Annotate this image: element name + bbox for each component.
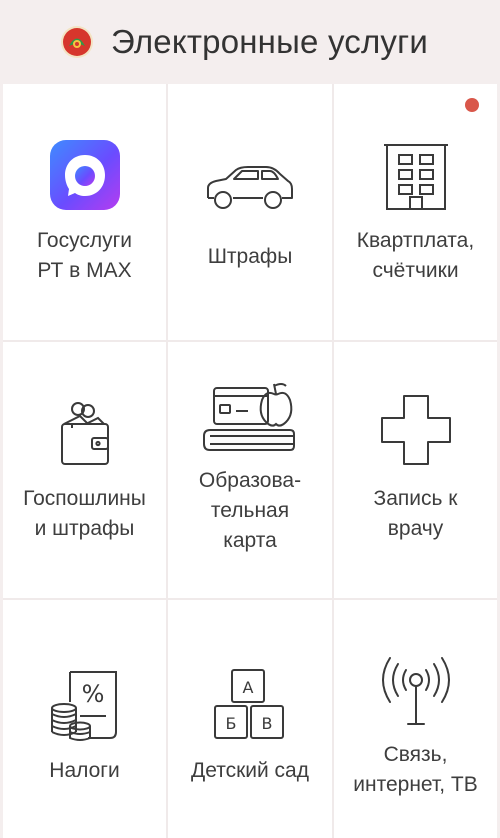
block-letter: А [243, 678, 254, 697]
tile-label: Госпошлины и штрафы [23, 487, 146, 540]
tile-label: Детский сад [190, 759, 309, 782]
antenna-icon [378, 652, 454, 728]
tile-label: Госуслуги РТ в MAX [36, 229, 133, 282]
wallet-coins-icon [58, 402, 112, 468]
svg-text:%: % [81, 680, 104, 708]
service-tile-education-card[interactable]: Образова- тельная карта [168, 342, 332, 598]
tile-label: Налоги [49, 759, 120, 782]
block-letter: В [262, 714, 273, 733]
service-tile-doctor-appointment[interactable]: Запись к врачу [334, 342, 497, 598]
tile-label: Штрафы [207, 245, 293, 268]
service-tile-communications[interactable]: Связь, интернет, ТВ [334, 600, 497, 838]
services-grid: Госуслуги РТ в MAX Штрафы Квартплата, сч… [3, 84, 497, 838]
block-letter: Б [226, 714, 237, 733]
service-tile-gosuslugi-max[interactable]: Госуслуги РТ в MAX [3, 84, 166, 340]
service-tile-fines[interactable]: Штрафы [168, 84, 332, 340]
page-title: Электронные услуги [111, 23, 429, 60]
service-tile-state-fees[interactable]: Госпошлины и штрафы [3, 342, 166, 598]
service-tile-kindergarten[interactable]: А Б В Детский сад [168, 600, 332, 838]
max-app-icon [49, 139, 121, 211]
service-tile-utilities[interactable]: Квартплата, счётчики [334, 84, 497, 340]
tile-label: Квартплата, счётчики [356, 229, 475, 282]
tatarstan-emblem-icon [60, 25, 94, 59]
car-icon [204, 164, 296, 212]
apartment-building-icon [383, 139, 449, 211]
abc-blocks-icon: А Б В [213, 668, 287, 740]
service-tile-taxes[interactable]: % Налоги [3, 600, 166, 838]
medical-cross-icon [380, 394, 452, 466]
tile-label: Образова- тельная карта [198, 469, 302, 552]
notification-dot [465, 98, 479, 112]
education-card-icon [200, 380, 300, 456]
tile-label: Связь, интернет, ТВ [353, 743, 478, 796]
tax-percent-icon: % [48, 668, 122, 742]
tile-label: Запись к врачу [373, 487, 458, 540]
header: Электронные услуги [0, 0, 500, 84]
